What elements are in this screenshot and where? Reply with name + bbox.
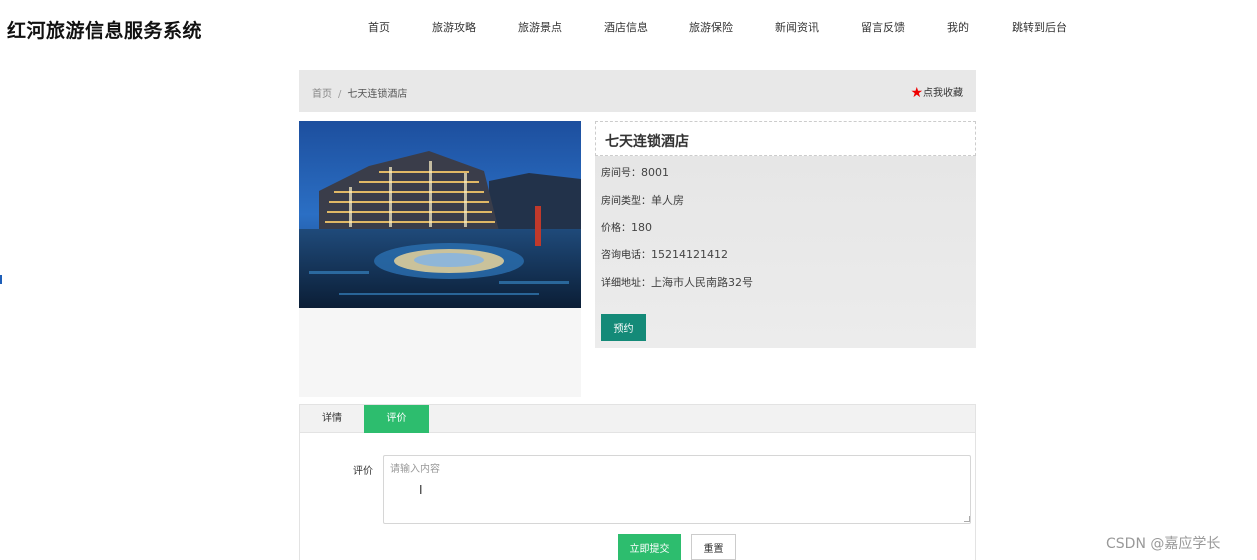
info-row-phone: 咨询电话：15214121412 xyxy=(601,246,728,261)
hotel-photo xyxy=(299,121,581,308)
review-textarea[interactable] xyxy=(383,455,971,524)
nav-item-news[interactable]: 新闻资讯 xyxy=(775,19,819,35)
breadcrumb-current: 七天连锁酒店 xyxy=(347,89,408,100)
breadcrumb-separator: / xyxy=(338,89,342,100)
tab-bar: 详情 评价 xyxy=(300,405,975,433)
resize-handle-icon[interactable] xyxy=(964,516,970,522)
submit-button[interactable]: 立即提交 xyxy=(618,534,681,560)
reset-button[interactable]: 重置 xyxy=(691,534,736,560)
info-row-price: 价格：180 xyxy=(601,219,652,234)
breadcrumb: 首页 / 七天连锁酒店 xyxy=(312,85,407,100)
book-button[interactable]: 预约 xyxy=(601,314,646,341)
nav-item-insurance[interactable]: 旅游保险 xyxy=(689,19,733,35)
info-row-address: 详细地址：上海市人民南路32号 xyxy=(601,274,753,290)
info-value: 单人房 xyxy=(651,194,684,207)
hotel-title: 七天连锁酒店 xyxy=(605,134,689,150)
hotel-title-box: 七天连锁酒店 xyxy=(595,121,976,156)
star-icon: ★ xyxy=(910,85,923,101)
nav-item-hotels[interactable]: 酒店信息 xyxy=(604,19,648,35)
watermark: CSDN @嘉应学长 xyxy=(1106,536,1221,552)
nav-item-home[interactable]: 首页 xyxy=(368,19,390,35)
info-label: 价格： xyxy=(601,223,631,234)
scroll-marker xyxy=(0,275,2,284)
favorite-label: 点我收藏 xyxy=(923,88,963,99)
info-value: 15214121412 xyxy=(651,248,728,261)
nav-item-feedback[interactable]: 留言反馈 xyxy=(861,19,905,35)
nav-item-travel-guide[interactable]: 旅游攻略 xyxy=(432,19,476,35)
main-nav: 首页 旅游攻略 旅游景点 酒店信息 旅游保险 新闻资讯 留言反馈 我的 跳转到后… xyxy=(0,19,1257,37)
detail-tabs: 详情 评价 评价 I 立即提交 重置 xyxy=(299,404,976,560)
info-label: 咨询电话： xyxy=(601,250,651,261)
breadcrumb-home[interactable]: 首页 xyxy=(312,89,332,100)
hotel-photo-column xyxy=(299,121,581,397)
info-label: 详细地址： xyxy=(601,278,651,289)
breadcrumb-bar: 首页 / 七天连锁酒店 ★点我收藏 xyxy=(299,70,976,112)
nav-item-attractions[interactable]: 旅游景点 xyxy=(518,19,562,35)
favorite-button[interactable]: ★点我收藏 xyxy=(910,84,963,101)
hotel-info-panel: 房间号：8001 房间类型：单人房 价格：180 咨询电话：1521412141… xyxy=(595,156,976,348)
info-row-room-type: 房间类型：单人房 xyxy=(601,192,684,208)
info-value: 8001 xyxy=(641,166,669,179)
info-row-room-number: 房间号：8001 xyxy=(601,164,669,179)
info-label: 房间类型： xyxy=(601,196,651,207)
info-value: 上海市人民南路32号 xyxy=(651,276,753,289)
info-label: 房间号： xyxy=(601,168,641,179)
tab-review[interactable]: 评价 xyxy=(364,405,429,433)
review-label: 评价 xyxy=(353,466,373,477)
info-value: 180 xyxy=(631,221,652,234)
text-cursor-icon: I xyxy=(419,483,423,497)
nav-item-admin[interactable]: 跳转到后台 xyxy=(1012,19,1067,35)
tab-detail[interactable]: 详情 xyxy=(300,405,364,433)
nav-item-mine[interactable]: 我的 xyxy=(947,19,969,35)
